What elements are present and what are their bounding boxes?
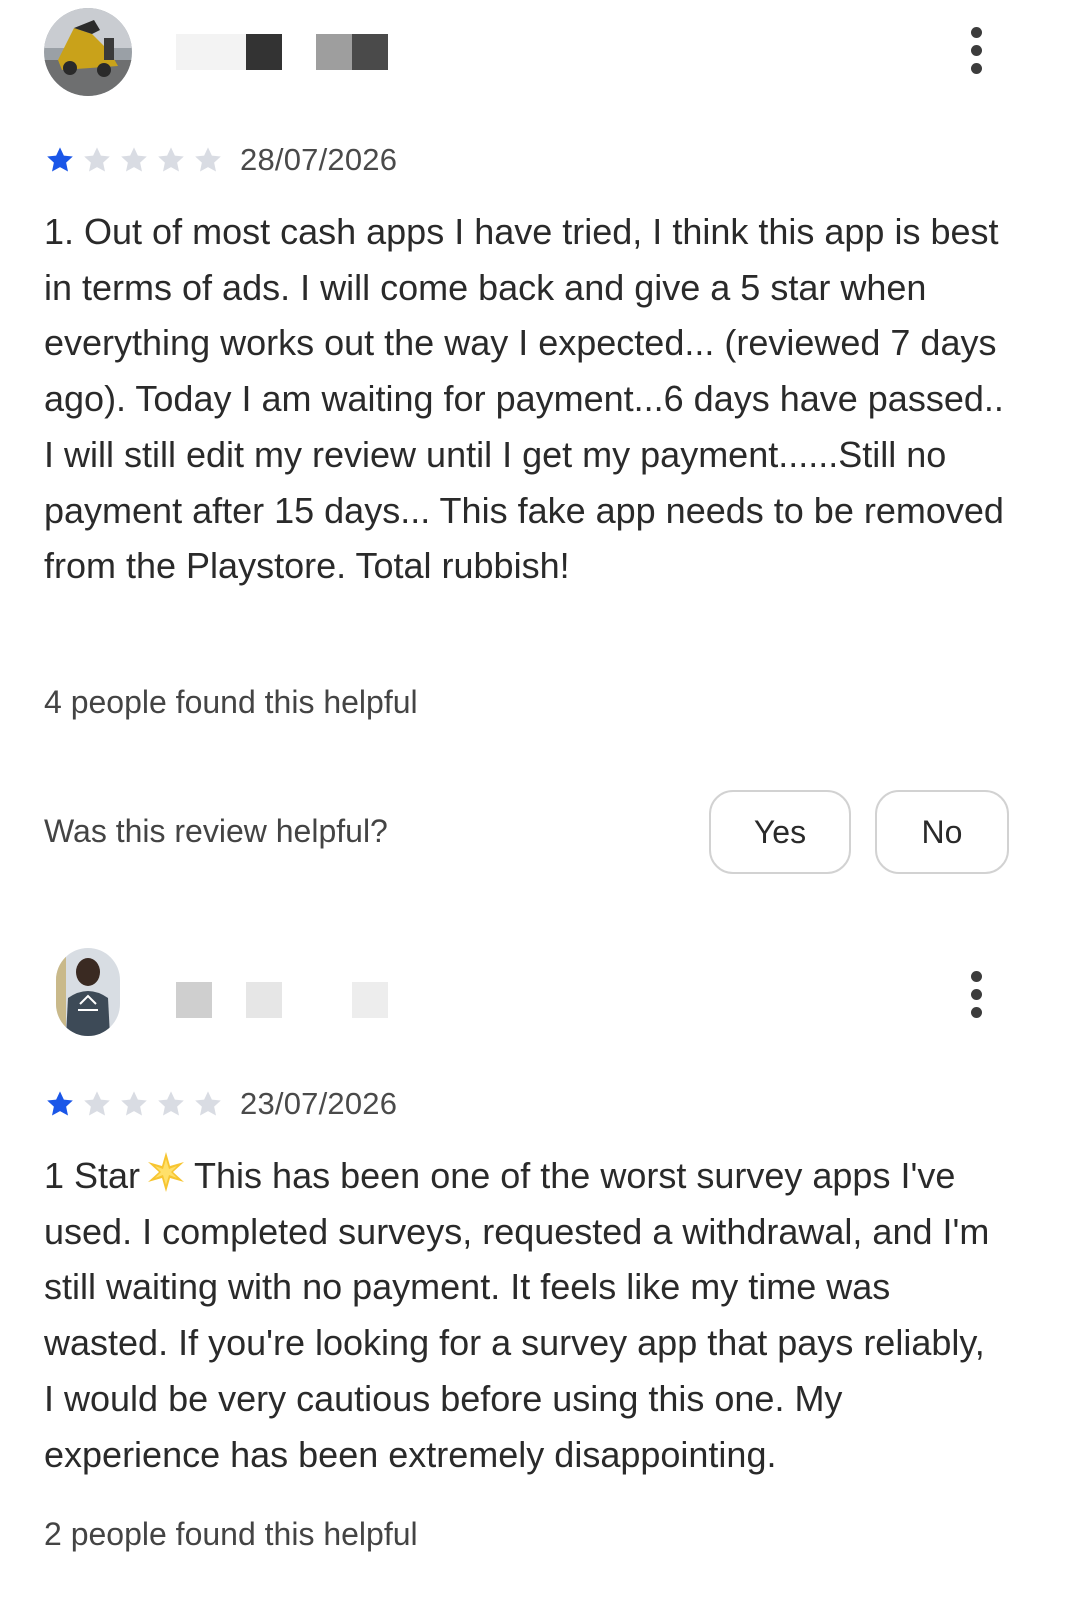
review-date: 28/07/2026 <box>240 142 398 177</box>
star-rating <box>44 144 224 176</box>
more-vert-icon-dot <box>970 1006 982 1018</box>
review-body: 1 Star This has been one of the worst su… <box>44 1148 1004 1482</box>
avatar-image-person <box>56 948 120 1036</box>
helpful-count: 4 people found this helpful <box>44 684 418 720</box>
reviewer-avatar[interactable] <box>44 8 132 96</box>
rating-row: 23/07/2026 <box>44 1084 397 1124</box>
more-options-button[interactable] <box>956 20 996 80</box>
avatar-image-vehicle <box>44 8 132 96</box>
star-empty-icon <box>192 144 224 176</box>
star-empty-icon <box>155 144 187 176</box>
star-empty-icon <box>155 1088 187 1120</box>
reviewer-name-redacted <box>176 34 388 72</box>
star-rating <box>44 1088 224 1120</box>
sparkle-star-icon <box>148 1152 185 1192</box>
helpful-count: 2 people found this helpful <box>44 1516 418 1552</box>
star-empty-icon <box>118 1088 150 1120</box>
reviewer-name-redacted <box>176 982 388 1020</box>
star-empty-icon <box>81 144 113 176</box>
star-empty-icon <box>192 1088 224 1120</box>
helpful-no-button[interactable]: No <box>875 790 1009 874</box>
review-card: 23/07/2026 1 Star This has been one of t… <box>0 930 1079 1608</box>
reviewer-avatar[interactable] <box>56 948 120 1036</box>
review-date: 23/07/2026 <box>240 1086 398 1121</box>
review-card: 28/07/2026 1. Out of most cash apps I ha… <box>0 0 1079 900</box>
review-body-prefix: 1 Star <box>44 1155 141 1196</box>
review-body-main: This has been one of the worst survey ap… <box>44 1155 990 1475</box>
more-vert-icon-dot <box>970 44 982 56</box>
helpful-prompt: Was this review helpful? <box>44 813 388 849</box>
review-body: 1. Out of most cash apps I have tried, I… <box>44 211 1004 587</box>
star-filled-icon <box>44 1088 76 1120</box>
more-options-button[interactable] <box>956 964 996 1024</box>
star-empty-icon <box>118 144 150 176</box>
more-vert-icon-dot <box>970 62 982 74</box>
star-filled-icon <box>44 144 76 176</box>
more-vert-icon <box>970 26 982 38</box>
star-empty-icon <box>81 1088 113 1120</box>
more-vert-icon <box>970 970 982 982</box>
helpful-yes-button[interactable]: Yes <box>709 790 851 874</box>
more-vert-icon-dot <box>970 988 982 1000</box>
rating-row: 28/07/2026 <box>44 140 397 180</box>
